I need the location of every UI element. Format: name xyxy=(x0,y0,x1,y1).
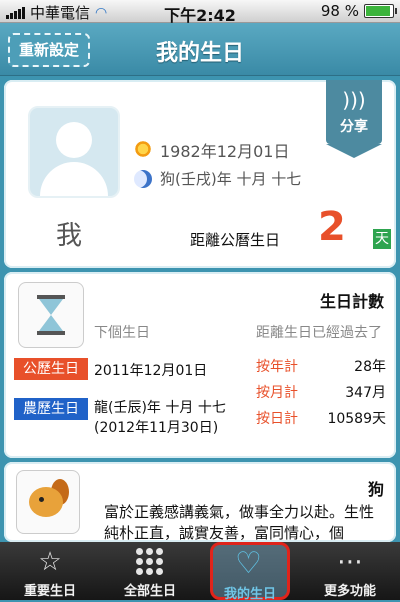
zodiac-description: 富於正義感講義氣，做事全力以赴。生性純朴正直，誠實友善，富同情心，個 xyxy=(104,503,375,542)
lunar-birth-date: 狗(壬戌)年 十月 十七 xyxy=(160,170,302,188)
zodiac-card: 狗 富於正義感講義氣，做事全力以赴。生性純朴正直，誠實友善，富同情心，個 xyxy=(4,462,396,542)
star-icon: ☆ xyxy=(38,547,62,577)
next-lunar-line1: 龍(壬辰)年 十月 十七 xyxy=(94,400,226,416)
distance-label: 距離公曆生日 xyxy=(190,231,281,249)
share-label: 分享 xyxy=(340,119,368,135)
stat-value-day: 10589天 xyxy=(327,411,386,427)
share-button[interactable]: ))) 分享 xyxy=(326,80,382,158)
heart-icon: ♡ xyxy=(235,546,262,581)
battery-percent: 98 % xyxy=(320,2,359,20)
status-right: 98 % xyxy=(320,2,397,20)
avatar-head-icon xyxy=(56,122,92,158)
navigation-bar: 重新設定 我的生日 xyxy=(0,23,400,76)
tab-my-birthday[interactable]: ♡ 我的生日 xyxy=(210,542,290,602)
stat-label-day: 按日計 xyxy=(256,411,298,427)
counter-title: 生日計數 xyxy=(319,292,384,311)
avatar[interactable] xyxy=(28,106,120,198)
stat-label-month: 按月計 xyxy=(256,385,298,401)
dog-icon xyxy=(16,470,80,534)
tab-label: 我的生日 xyxy=(223,587,276,602)
next-lunar-line2: (2012年11月30日) xyxy=(94,420,219,436)
tab-more-features[interactable]: ⋯ 更多功能 xyxy=(300,542,400,600)
stat-label-year: 按年計 xyxy=(256,359,298,375)
hourglass-icon xyxy=(18,282,84,348)
battery-icon xyxy=(364,4,397,18)
grid-icon xyxy=(136,548,164,576)
birthday-counter-card: 生日計數 下個生日 距離生日已經過去了 公歷生日 2011年12月01日 農歷生… xyxy=(4,272,396,458)
tab-bar: ☆ 重要生日 全部生日 ♡ 我的生日 ⋯ 更多功能 xyxy=(0,542,400,602)
sun-icon xyxy=(134,140,152,158)
days-remaining: 2 xyxy=(318,204,346,250)
page-title: 我的生日 xyxy=(155,41,244,66)
profile-card: 1982年12月01日 狗(壬戌)年 十月 十七 我 距離公曆生日 2 天 ))… xyxy=(4,80,396,268)
solar-birth-date: 1982年12月01日 xyxy=(160,142,290,161)
next-lunar-date: 龍(壬辰)年 十月 十七 (2012年11月30日) xyxy=(94,398,226,438)
next-solar-date: 2011年12月01日 xyxy=(94,363,208,379)
tab-label: 全部生日 xyxy=(123,584,176,599)
stat-value-month: 347月 xyxy=(345,385,386,401)
moon-icon xyxy=(134,170,152,188)
next-birthday-label: 下個生日 xyxy=(94,325,150,341)
lunar-birthday-tag: 農歷生日 xyxy=(14,398,88,420)
tab-important-birthdays[interactable]: ☆ 重要生日 xyxy=(0,542,100,600)
tab-label: 更多功能 xyxy=(323,584,376,599)
stat-value-year: 28年 xyxy=(354,359,386,375)
rss-icon: ))) xyxy=(342,88,366,112)
tab-label: 重要生日 xyxy=(23,584,76,599)
more-icon: ⋯ xyxy=(337,547,363,577)
status-bar: 中華電信 ◠ 下午2:42 98 % xyxy=(0,0,400,25)
avatar-body-icon xyxy=(40,162,108,196)
tab-all-birthdays[interactable]: 全部生日 xyxy=(100,542,200,600)
zodiac-name: 狗 xyxy=(367,480,384,499)
passed-label: 距離生日已經過去了 xyxy=(256,325,382,341)
day-unit-badge: 天 xyxy=(373,229,391,249)
profile-name: 我 xyxy=(56,221,83,251)
solar-birthday-tag: 公歷生日 xyxy=(14,358,88,380)
